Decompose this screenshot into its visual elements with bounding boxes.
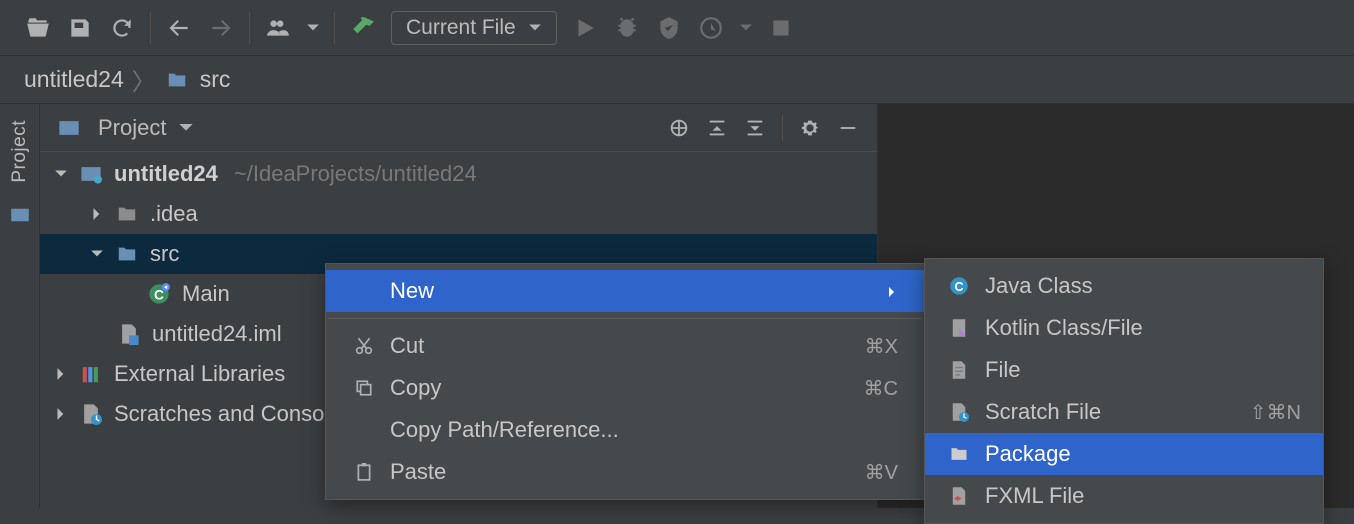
tree-label: .idea — [150, 201, 198, 227]
libraries-icon — [78, 361, 104, 387]
tree-label: Scratches and Consoles — [114, 401, 352, 427]
project-panel-header: Project — [40, 104, 877, 152]
debug-icon[interactable] — [613, 14, 641, 42]
chevron-right-icon — [886, 278, 898, 304]
main-toolbar: Current File — [0, 0, 1354, 56]
minimize-icon[interactable] — [835, 115, 861, 141]
expand-all-icon[interactable] — [704, 115, 730, 141]
tree-label: External Libraries — [114, 361, 285, 387]
cut-icon — [352, 337, 376, 355]
menu-label: Package — [985, 441, 1301, 467]
coverage-icon[interactable] — [655, 14, 683, 42]
menu-label: Scratch File — [985, 399, 1236, 425]
menu-separator — [328, 318, 922, 319]
project-header-icon — [56, 115, 82, 141]
tree-label: src — [150, 241, 179, 267]
scratch-file-icon — [947, 402, 971, 422]
menu-cut[interactable]: Cut ⌘X — [326, 325, 924, 367]
menu-paste[interactable]: Paste ⌘V — [326, 451, 924, 493]
chevron-right-icon: 〉 — [128, 62, 160, 97]
kotlin-icon — [947, 318, 971, 338]
chevron-right-icon[interactable] — [50, 407, 72, 421]
menu-shortcut: ⌘V — [865, 460, 898, 485]
menu-copy-path[interactable]: Copy Path/Reference... — [326, 409, 924, 451]
profile-icon[interactable] — [697, 14, 725, 42]
side-tab-project-icon[interactable] — [10, 205, 30, 231]
submenu-kotlin[interactable]: Kotlin Class/File — [925, 307, 1323, 349]
menu-label: Cut — [390, 333, 851, 359]
breadcrumb: untitled24 〉 src — [0, 56, 1354, 104]
run-icon[interactable] — [571, 14, 599, 42]
svg-text:C: C — [954, 280, 963, 294]
paste-icon — [352, 463, 376, 481]
breadcrumb-root[interactable]: untitled24 — [24, 66, 124, 93]
submenu-scratch-file[interactable]: Scratch File ⇧⌘N — [925, 391, 1323, 433]
folder-icon — [164, 67, 190, 93]
copy-icon — [352, 379, 376, 397]
chevron-down-icon[interactable] — [86, 247, 108, 261]
save-all-icon[interactable] — [66, 14, 94, 42]
tree-project-root[interactable]: untitled24 ~/IdeaProjects/untitled24 — [40, 154, 877, 194]
chevron-down-icon[interactable] — [739, 14, 753, 42]
breadcrumb-folder[interactable]: src — [164, 66, 231, 93]
open-icon[interactable] — [24, 14, 52, 42]
menu-shortcut: ⌘C — [864, 376, 898, 401]
menu-new[interactable]: New — [326, 270, 924, 312]
submenu-package[interactable]: Package — [925, 433, 1323, 475]
collapse-all-icon[interactable] — [742, 115, 768, 141]
fxml-icon — [947, 486, 971, 506]
menu-label: New — [390, 278, 872, 304]
submenu-file[interactable]: File — [925, 349, 1323, 391]
context-menu: New Cut ⌘X Copy ⌘C Copy Path/Reference..… — [325, 263, 925, 500]
chevron-down-icon[interactable] — [50, 167, 72, 181]
tree-label: Main — [182, 281, 230, 307]
file-icon — [116, 321, 142, 347]
stop-icon[interactable] — [767, 14, 795, 42]
forward-icon[interactable] — [207, 14, 235, 42]
run-config-label: Current File — [406, 16, 516, 40]
select-opened-icon[interactable] — [666, 115, 692, 141]
file-icon — [947, 360, 971, 380]
scratches-icon — [78, 401, 104, 427]
users-icon[interactable] — [264, 14, 292, 42]
gear-icon[interactable] — [797, 115, 823, 141]
tree-idea-folder[interactable]: .idea — [40, 194, 877, 234]
panel-title: Project — [98, 115, 166, 141]
submenu-fxml[interactable]: FXML File — [925, 475, 1323, 517]
project-tab[interactable]: Project — [5, 112, 35, 191]
menu-shortcut: ⇧⌘N — [1250, 400, 1301, 425]
menu-shortcut: ⌘X — [865, 334, 898, 359]
tree-hint: ~/IdeaProjects/untitled24 — [234, 161, 477, 187]
menu-copy[interactable]: Copy ⌘C — [326, 367, 924, 409]
chevron-down-icon[interactable] — [178, 114, 194, 142]
menu-label: Copy — [390, 375, 850, 401]
tree-label: untitled24 — [114, 161, 218, 187]
folder-icon — [114, 201, 140, 227]
left-tab-strip: Project — [0, 104, 40, 508]
menu-label: Java Class — [985, 273, 1301, 299]
submenu-java-class[interactable]: C Java Class — [925, 265, 1323, 307]
class-icon: C — [947, 276, 971, 296]
chevron-down-icon[interactable] — [306, 14, 320, 42]
module-icon — [78, 161, 104, 187]
chevron-right-icon[interactable] — [50, 367, 72, 381]
chevron-right-icon[interactable] — [86, 207, 108, 221]
run-config-dropdown[interactable]: Current File — [391, 11, 557, 45]
menu-label: Copy Path/Reference... — [390, 417, 898, 443]
back-icon[interactable] — [165, 14, 193, 42]
sync-icon[interactable] — [108, 14, 136, 42]
menu-label: Paste — [390, 459, 851, 485]
svg-text:C: C — [154, 288, 164, 303]
build-icon[interactable] — [349, 14, 377, 42]
source-folder-icon — [114, 241, 140, 267]
tree-label: untitled24.iml — [152, 321, 282, 347]
new-submenu: C Java Class Kotlin Class/File File Scra… — [924, 258, 1324, 524]
menu-label: Kotlin Class/File — [985, 315, 1301, 341]
package-folder-icon — [947, 444, 971, 464]
menu-label: FXML File — [985, 483, 1301, 509]
class-icon: C — [146, 281, 172, 307]
menu-label: File — [985, 357, 1301, 383]
